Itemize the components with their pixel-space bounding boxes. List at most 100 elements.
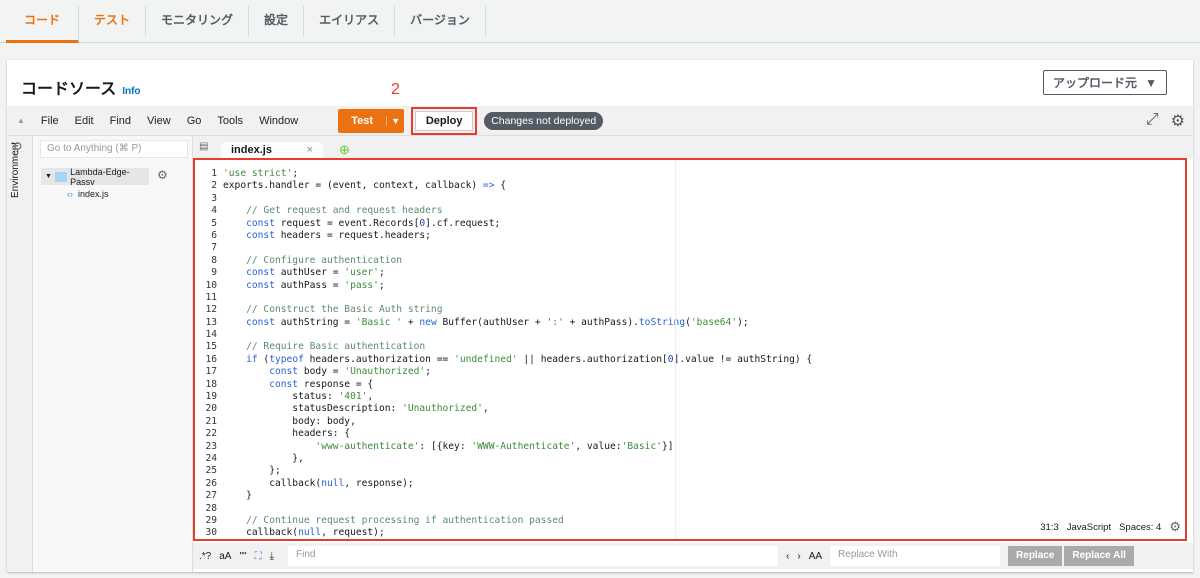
file-item[interactable]: ‹› index.js (67, 189, 109, 199)
preserve-case-icon[interactable]: AA (809, 551, 822, 562)
line-number: 22 (205, 428, 217, 440)
collapse-icon[interactable]: ▲ (17, 116, 25, 125)
wrap-icon[interactable]: ⤓ (270, 551, 274, 562)
tab-code[interactable]: コード (6, 6, 80, 43)
code-line[interactable]: 15 // Require Basic authentication (195, 341, 1185, 353)
line-number: 11 (205, 291, 217, 303)
code-editor[interactable]: 1 'use strict'; 2 exports.handler = (event,… (193, 158, 1187, 541)
code-line[interactable]: 23 'www-authenticate': [{key: 'WWW-Authe… (195, 441, 1185, 453)
tab-aliases[interactable]: エイリアス (304, 6, 396, 36)
search-icon[interactable]: ⚲ (13, 140, 23, 156)
tab-label: index.js (231, 144, 272, 156)
menu-view[interactable]: View (147, 115, 171, 127)
replace-input[interactable]: Replace With (830, 546, 1001, 566)
case-toggle[interactable]: aA (219, 551, 231, 562)
code-line[interactable]: 20 statusDescription: 'Unauthorized', (195, 403, 1185, 415)
code-line[interactable]: 25 }; (195, 465, 1185, 477)
code-token: ; (378, 267, 385, 279)
menu-find[interactable]: Find (110, 115, 131, 127)
whole-word-toggle[interactable]: "" (239, 551, 246, 562)
code-line[interactable]: 13 const authString = 'Basic ' + new Buf… (195, 317, 1185, 329)
code-line[interactable]: 10 const authPass = 'pass'; (195, 280, 1185, 292)
code-line[interactable]: 12 // Construct the Basic Auth string (195, 304, 1185, 316)
goto-anything-input[interactable]: Go to Anything (⌘ P) (40, 140, 188, 158)
caret-down-icon[interactable]: ▼ (386, 115, 404, 126)
code-line[interactable]: 8 // Configure authentication (195, 255, 1185, 267)
tab-test[interactable]: テスト (79, 6, 147, 36)
prev-icon[interactable]: ‹ (786, 551, 789, 562)
code-line[interactable]: 21 body: body, (195, 416, 1185, 428)
code-token: exports.handler = (event, context, callb… (223, 180, 483, 192)
code-line[interactable]: 11 (195, 292, 1185, 304)
code-line[interactable]: 18 const response = { (195, 379, 1185, 391)
selection-icon[interactable]: ⛶ (255, 551, 262, 562)
code-line[interactable]: 6 const headers = request.headers; (195, 230, 1185, 242)
code-token: , response); (344, 477, 414, 489)
code-line[interactable]: 30 callback(null, request); (195, 527, 1185, 539)
code-token: ); (737, 316, 749, 328)
replace-button[interactable]: Replace (1008, 546, 1063, 566)
fullscreen-icon[interactable]: ⤢ (1146, 111, 1159, 131)
replace-all-button[interactable]: Replace All (1064, 546, 1134, 566)
add-tab-icon[interactable]: ⊕ (339, 142, 350, 158)
code-source-panel: コードソース Info アップロード元 ▼ 2 1 ▲ File Edit Find… (7, 60, 1193, 572)
code-line[interactable]: 28 (195, 503, 1185, 515)
tab-monitoring[interactable]: モニタリング (146, 6, 250, 36)
tab-list-icon[interactable]: ▤ (199, 141, 208, 152)
gear-icon[interactable]: ⚙ (157, 168, 168, 182)
menu-file[interactable]: File (41, 115, 59, 127)
code-line[interactable]: 29 // Continue request processing if aut… (195, 515, 1185, 527)
code-token: , (482, 403, 489, 415)
line-number: 1 (211, 168, 217, 179)
test-button[interactable]: Test ▼ (338, 108, 405, 133)
deploy-highlight: Deploy (411, 106, 478, 135)
code-token: // Construct the Basic Auth string (223, 304, 443, 316)
code-line[interactable]: 19 status: '401', (195, 391, 1185, 403)
menu-window[interactable]: Window (259, 115, 298, 127)
upload-from-button[interactable]: アップロード元 ▼ (1043, 70, 1167, 95)
close-icon[interactable]: × (307, 144, 313, 156)
code-token: ; (378, 279, 385, 291)
folder-item[interactable]: ▼ Lambda-Edge-Passv (41, 167, 149, 187)
code-token: status: (223, 391, 339, 403)
line-number: 30 (205, 527, 217, 539)
code-line[interactable]: 24 }, (195, 453, 1185, 465)
code-line[interactable]: 26 callback(null, response); (195, 478, 1185, 490)
code-token: null (298, 527, 322, 539)
code-line[interactable]: 9 const authUser = 'user'; (195, 267, 1185, 279)
code-line[interactable]: 4 // Get request and request headers (195, 205, 1185, 217)
code-line[interactable]: 27 } (195, 490, 1185, 502)
code-token: if (223, 353, 258, 365)
environment-tab[interactable]: Environment (7, 136, 33, 572)
deploy-button[interactable]: Deploy (415, 110, 474, 131)
language-mode[interactable]: JavaScript (1067, 522, 1111, 533)
info-link[interactable]: Info (122, 86, 140, 97)
code-token: }] (662, 440, 674, 452)
code-token: 'use strict' (223, 168, 293, 179)
code-line[interactable]: 14 (195, 329, 1185, 341)
tab-versions[interactable]: バージョン (395, 6, 486, 36)
editor-tab-index-js[interactable]: index.js × (221, 142, 323, 158)
tab-settings[interactable]: 設定 (249, 6, 305, 36)
code-token: statusDescription: (223, 403, 403, 415)
indent-setting[interactable]: Spaces: 4 (1119, 522, 1161, 533)
gear-icon[interactable]: ⚙ (1171, 111, 1185, 131)
code-token: 'Basic' (621, 440, 662, 452)
find-input[interactable]: Find (288, 546, 778, 566)
code-line[interactable]: 1 'use strict'; (195, 168, 1185, 180)
code-token: , request); (321, 527, 385, 539)
code-line[interactable]: 7 (195, 242, 1185, 254)
regex-toggle[interactable]: .*? (199, 551, 211, 562)
menu-tools[interactable]: Tools (217, 115, 243, 127)
code-line[interactable]: 16 if (typeof headers.authorization == '… (195, 354, 1185, 366)
code-token: }; (223, 465, 281, 477)
gear-icon[interactable]: ⚙ (1169, 519, 1181, 535)
code-line[interactable]: 22 headers: { (195, 428, 1185, 440)
code-line[interactable]: 2 exports.handler = (event, context, call… (195, 180, 1185, 192)
code-line[interactable]: 5 const request = event.Records[0].cf.re… (195, 218, 1185, 230)
next-icon[interactable]: › (797, 551, 800, 562)
code-line[interactable]: 17 const body = 'Unauthorized'; (195, 366, 1185, 378)
menu-go[interactable]: Go (187, 115, 202, 127)
menu-edit[interactable]: Edit (75, 115, 94, 127)
code-line[interactable]: 3 (195, 193, 1185, 205)
